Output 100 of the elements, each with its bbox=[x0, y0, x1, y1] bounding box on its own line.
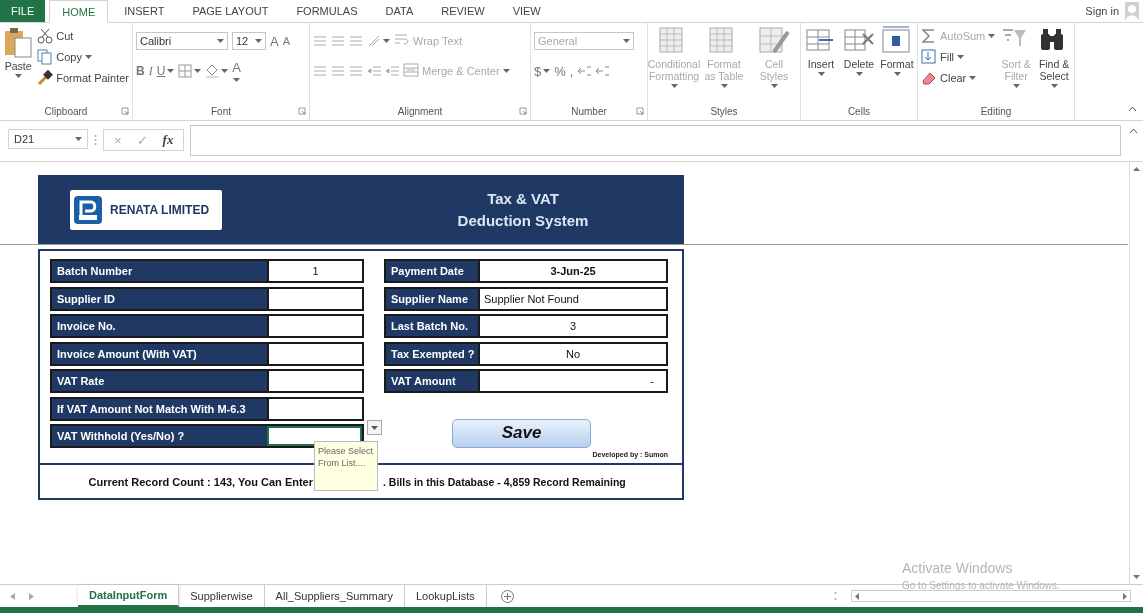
group-label: Cells bbox=[847, 105, 871, 117]
add-sheet-icon[interactable] bbox=[500, 589, 514, 603]
increase-decimal-button[interactable] bbox=[577, 64, 592, 78]
collapse-ribbon-icon[interactable] bbox=[1128, 106, 1137, 112]
form-title: Tax & VAT bbox=[487, 188, 559, 209]
next-sheet-icon[interactable] bbox=[29, 592, 34, 600]
increase-indent-button[interactable] bbox=[385, 64, 399, 78]
center-button[interactable] bbox=[331, 64, 345, 78]
caret-icon bbox=[817, 72, 825, 76]
table-brush-icon bbox=[758, 26, 790, 56]
middle-align-button[interactable] bbox=[331, 34, 345, 48]
font-size-field[interactable]: 12 bbox=[232, 32, 266, 50]
sigma-icon bbox=[921, 28, 937, 44]
group-label: Clipboard bbox=[44, 105, 88, 117]
format-button[interactable]: Format bbox=[880, 26, 914, 76]
group-label: Number bbox=[571, 105, 607, 117]
caret-icon bbox=[1012, 84, 1020, 88]
brush-icon bbox=[37, 70, 54, 86]
name-box[interactable]: D21 bbox=[8, 129, 88, 149]
comma-button[interactable]: , bbox=[569, 63, 574, 79]
decrease-indent-button[interactable] bbox=[367, 64, 381, 78]
caret-icon bbox=[371, 425, 378, 430]
ribbon-tab[interactable]: PAGE LAYOUT bbox=[180, 0, 281, 22]
paste-button[interactable]: Paste bbox=[3, 26, 34, 78]
borders-button[interactable] bbox=[178, 64, 202, 78]
ribbon-tab[interactable]: REVIEW bbox=[429, 0, 497, 22]
align-left-button[interactable] bbox=[313, 64, 327, 78]
field-label: Invoice No. bbox=[52, 316, 267, 336]
format-painter-button[interactable]: Format Painter bbox=[37, 70, 129, 86]
insert-function-button[interactable]: fx bbox=[162, 132, 174, 148]
currency-button[interactable]: $ bbox=[534, 63, 551, 79]
dropdown-button[interactable] bbox=[367, 420, 382, 435]
fill-color-button[interactable] bbox=[205, 64, 229, 78]
caret-icon bbox=[855, 72, 863, 76]
font-color-button[interactable]: A bbox=[232, 59, 241, 83]
bold-button[interactable]: B bbox=[136, 64, 145, 78]
record-count-text: . Bills in this Database - 4,859 Record Remaining bbox=[383, 475, 626, 488]
dialog-launcher-icon[interactable] bbox=[298, 107, 306, 115]
caret-icon bbox=[670, 84, 678, 88]
dialog-launcher-icon[interactable] bbox=[636, 107, 644, 115]
ribbon-tab[interactable]: FORMULAS bbox=[284, 0, 370, 22]
fill-button[interactable]: Fill bbox=[921, 49, 996, 65]
horizontal-scrollbar[interactable] bbox=[851, 590, 1131, 602]
merge-cells-icon bbox=[403, 63, 419, 79]
input-tooltip: Please Select From List.... bbox=[314, 441, 378, 491]
dialog-launcher-icon[interactable] bbox=[519, 107, 527, 115]
down-arrow-icon bbox=[1133, 575, 1140, 579]
ribbon-tab[interactable]: FILE bbox=[0, 0, 46, 22]
font-name-field[interactable]: Calibri bbox=[136, 32, 228, 50]
dialog-launcher-icon[interactable] bbox=[121, 107, 129, 115]
copy-icon bbox=[37, 49, 54, 65]
record-count-text: Current Record Count : 143, You Can Enter bbox=[87, 475, 313, 488]
decrease-decimal-button[interactable] bbox=[595, 64, 610, 78]
ribbon-tab[interactable]: HOME bbox=[49, 0, 109, 23]
left-arrow-icon bbox=[855, 592, 859, 600]
find-select-button[interactable]: Find & Select bbox=[1037, 26, 1071, 88]
ribbon-tab[interactable]: DATA bbox=[373, 0, 426, 22]
sheet-tab[interactable]: DataInputForm bbox=[78, 585, 180, 607]
group-label: Font bbox=[211, 105, 231, 117]
caret-icon bbox=[194, 69, 202, 73]
bottom-align-button[interactable] bbox=[349, 34, 363, 48]
grow-font-button[interactable]: A bbox=[270, 33, 279, 49]
activation-notice: Activate Windows bbox=[902, 560, 1014, 576]
caret-icon bbox=[75, 137, 82, 141]
lines-icon bbox=[349, 64, 363, 78]
ribbon-tab[interactable]: INSERT bbox=[112, 0, 177, 22]
caret-icon bbox=[383, 39, 390, 43]
copy-button[interactable]: Copy bbox=[37, 49, 129, 65]
percent-button[interactable]: % bbox=[554, 63, 566, 79]
insert-button[interactable]: Insert bbox=[804, 26, 838, 76]
align-right-button[interactable] bbox=[349, 64, 363, 78]
underline-button[interactable]: U bbox=[156, 64, 175, 78]
caret-icon bbox=[84, 55, 92, 59]
save-button[interactable]: Save bbox=[452, 418, 591, 448]
form-title: Deduction System bbox=[457, 210, 589, 231]
caret-icon bbox=[969, 76, 977, 80]
shrink-font-button[interactable]: A bbox=[282, 35, 290, 47]
previous-sheet-icon[interactable] bbox=[10, 592, 15, 600]
caret-icon bbox=[1050, 84, 1058, 88]
indent-icon bbox=[367, 64, 381, 78]
top-align-button[interactable] bbox=[313, 34, 327, 48]
cut-button[interactable]: Cut bbox=[37, 28, 129, 44]
paint-bucket-icon bbox=[205, 64, 220, 78]
sign-in-link[interactable]: Sign in bbox=[1085, 0, 1119, 22]
logo-mark-icon bbox=[74, 195, 102, 224]
orientation-button[interactable] bbox=[367, 34, 390, 48]
italic-button[interactable]: I bbox=[148, 63, 153, 79]
slanted-lines-icon bbox=[367, 34, 381, 48]
grip-icon bbox=[834, 591, 837, 601]
caret-icon bbox=[543, 69, 551, 73]
formula-field[interactable] bbox=[190, 125, 1121, 156]
ribbon-tab[interactable]: VIEW bbox=[500, 0, 553, 22]
caret-icon bbox=[988, 34, 996, 38]
value-cell[interactable] bbox=[267, 426, 362, 446]
caret-icon bbox=[14, 74, 22, 78]
right-arrow-icon bbox=[1123, 592, 1127, 600]
delete-button[interactable]: Delete bbox=[842, 26, 876, 76]
expand-icon[interactable] bbox=[1129, 128, 1138, 134]
vertical-scrollbar[interactable] bbox=[1129, 162, 1143, 584]
clear-button[interactable]: Clear bbox=[921, 70, 996, 86]
